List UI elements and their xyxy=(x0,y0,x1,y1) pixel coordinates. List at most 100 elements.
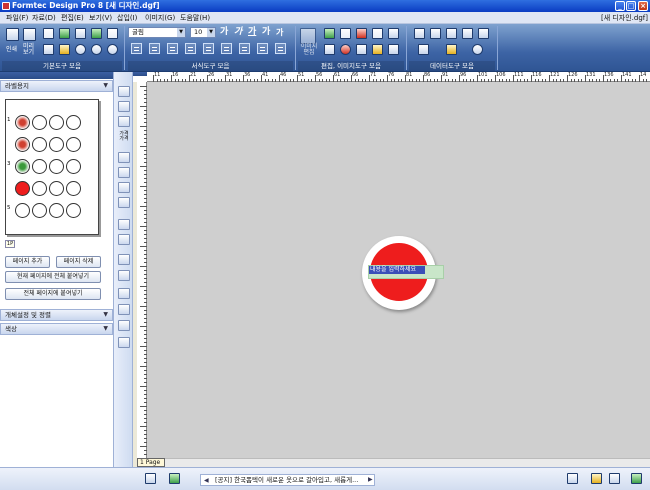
preview-icon[interactable] xyxy=(23,28,36,41)
label-cell[interactable] xyxy=(66,181,81,196)
label-cell[interactable] xyxy=(66,137,81,152)
label-cell[interactable] xyxy=(49,159,64,174)
object-settings-header[interactable]: 개체설정 및 정렬 ▼ xyxy=(0,309,113,321)
data-db-icon[interactable] xyxy=(446,44,457,55)
outline-text-button[interactable]: 가 xyxy=(276,27,283,38)
line-spacing-icon[interactable] xyxy=(257,43,268,54)
rect-tool-icon[interactable] xyxy=(118,254,130,265)
menu-file[interactable]: 파일(F) xyxy=(4,12,30,24)
label-cell[interactable] xyxy=(32,115,47,130)
align-left-icon[interactable] xyxy=(131,43,142,54)
rotate-icon[interactable] xyxy=(340,44,351,55)
send-back-icon[interactable] xyxy=(356,44,367,55)
label-cell[interactable] xyxy=(32,159,47,174)
gradient-tool-icon[interactable] xyxy=(118,270,130,281)
zoom-in-icon[interactable] xyxy=(75,44,86,55)
data-table-icon[interactable] xyxy=(418,44,429,55)
clipart-tool-icon[interactable] xyxy=(118,167,130,178)
maximize-button[interactable]: □ xyxy=(626,1,636,11)
paste-all-pages-button[interactable]: 전체 페이지에 붙여넣기 xyxy=(5,288,101,300)
paste-current-page-button[interactable]: 현재 페이지에 전체 붙여넣기 xyxy=(5,271,101,283)
notice-ticker[interactable]: ◀ [공지] 한국폼텍이 새로운 옷으로 갈아입고, 새롭게... xyxy=(200,474,375,486)
zoom-out-icon[interactable] xyxy=(91,44,102,55)
label-cell[interactable] xyxy=(66,159,81,174)
data-import-icon[interactable] xyxy=(414,28,425,39)
document-tab[interactable]: [새 디자인.dgf] xyxy=(601,12,648,24)
shape-tool-icon[interactable] xyxy=(118,234,130,245)
settings-icon[interactable] xyxy=(609,473,620,484)
disc-tool-icon[interactable] xyxy=(118,337,130,348)
delete-page-button[interactable]: 페이지 삭제 xyxy=(56,256,101,268)
underline-button[interactable]: 가 xyxy=(248,27,256,38)
export-icon[interactable] xyxy=(59,28,70,39)
effect-tool-icon[interactable] xyxy=(118,288,130,299)
line-tool-icon[interactable] xyxy=(118,219,130,230)
cut-icon[interactable] xyxy=(356,28,367,39)
paste-icon[interactable] xyxy=(340,28,351,39)
text-tool-icon[interactable] xyxy=(118,101,130,112)
chevron-left-icon[interactable]: ◀ xyxy=(204,476,209,485)
data-link-icon[interactable] xyxy=(430,28,441,39)
new-doc-icon[interactable] xyxy=(43,28,54,39)
label-cell[interactable] xyxy=(49,115,64,130)
save-icon[interactable] xyxy=(75,28,86,39)
menu-insert[interactable]: 삽입(I) xyxy=(115,12,139,24)
char-spacing-icon[interactable] xyxy=(275,43,286,54)
align-bottom-icon[interactable] xyxy=(239,43,250,54)
selected-text[interactable]: 내용을 입력하세요 xyxy=(369,266,425,274)
barcode-icon[interactable] xyxy=(118,182,130,193)
color-header[interactable]: 색상 ▼ xyxy=(0,323,113,335)
align-right-icon[interactable] xyxy=(167,43,178,54)
edit-icon[interactable] xyxy=(591,473,602,484)
help-icon[interactable] xyxy=(567,473,578,484)
data-next-icon[interactable] xyxy=(478,28,489,39)
align-center-icon[interactable] xyxy=(149,43,160,54)
open-folder-icon[interactable] xyxy=(59,44,70,55)
duplicate-icon[interactable] xyxy=(372,28,383,39)
image-edit-icon[interactable] xyxy=(300,28,316,44)
font-name-select[interactable]: 굴림 ▼ xyxy=(128,27,186,38)
add-page-button[interactable]: 페이지 추가 xyxy=(5,256,50,268)
formtec-logo-icon[interactable] xyxy=(631,473,642,484)
image-tool-icon[interactable] xyxy=(118,152,130,163)
label-cell[interactable] xyxy=(32,203,47,218)
price-tool-label[interactable]: 가격 가격 xyxy=(116,132,132,142)
data-field-icon[interactable] xyxy=(446,28,457,39)
label-cell[interactable] xyxy=(15,159,30,174)
page-tab[interactable]: 1 Page xyxy=(137,458,165,467)
label-cell[interactable] xyxy=(49,181,64,196)
align-middle-icon[interactable] xyxy=(221,43,232,54)
menu-view[interactable]: 보기(V) xyxy=(87,12,114,24)
copy-doc-icon[interactable] xyxy=(107,28,118,39)
serial-barcode-icon[interactable] xyxy=(118,197,130,208)
menu-edit[interactable]: 편집(E) xyxy=(59,12,86,24)
menu-data[interactable]: 자료(D) xyxy=(30,12,58,24)
label-sheet-preview[interactable]: 1 3 5 xyxy=(5,99,99,235)
flip-icon[interactable] xyxy=(372,44,383,55)
data-search-icon[interactable] xyxy=(472,44,483,55)
label-cell[interactable] xyxy=(15,203,30,218)
italic-button[interactable]: 가 xyxy=(234,27,242,38)
label-cell[interactable] xyxy=(66,115,81,130)
label-cell[interactable] xyxy=(32,137,47,152)
delete-icon[interactable] xyxy=(388,28,399,39)
menu-image[interactable]: 이미지(G) xyxy=(143,12,177,24)
select-arrow-icon[interactable] xyxy=(118,86,130,97)
font-size-select[interactable]: 10 ▼ xyxy=(190,27,216,38)
label-cell[interactable] xyxy=(15,115,30,130)
label-cell[interactable] xyxy=(66,203,81,218)
label-cell[interactable] xyxy=(49,203,64,218)
page-tab-1p[interactable]: 1P xyxy=(5,240,15,248)
layout-icon[interactable] xyxy=(145,473,156,484)
shadow-text-button[interactable]: 가 xyxy=(262,27,270,38)
horizontal-scrollbar[interactable] xyxy=(165,458,650,467)
label-cell[interactable] xyxy=(15,137,30,152)
excel-icon[interactable] xyxy=(91,28,102,39)
map-tool-icon[interactable] xyxy=(118,304,130,315)
add-image-icon[interactable] xyxy=(169,473,180,484)
bold-button[interactable]: 가 xyxy=(220,27,228,38)
zoom-fit-icon[interactable] xyxy=(107,44,118,55)
bring-front-icon[interactable] xyxy=(324,44,335,55)
label-paper-header[interactable]: 라벨용지 ▼ xyxy=(0,80,113,92)
align-justify-icon[interactable] xyxy=(185,43,196,54)
